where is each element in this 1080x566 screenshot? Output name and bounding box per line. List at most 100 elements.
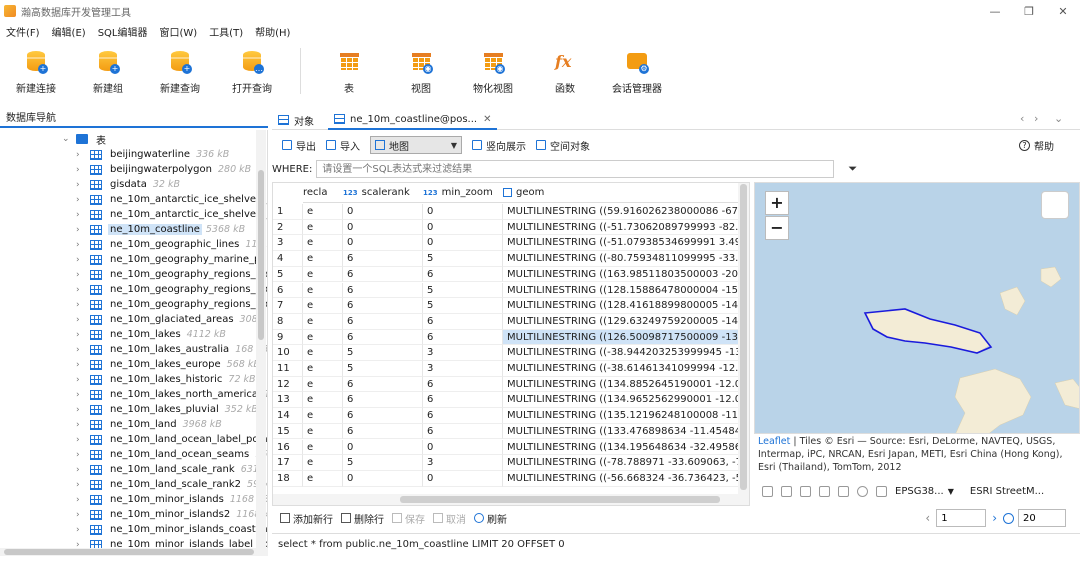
recla-cell[interactable]: e (303, 266, 343, 283)
nav-table-item[interactable]: › ne_10m_minor_islands_label_poi (76, 537, 267, 548)
scalerank-cell[interactable]: 5 (343, 361, 423, 377)
open-query-button[interactable]: … 打开查询 (216, 42, 288, 95)
geom-cell[interactable]: MULTILINESTRING ((134.9652562990001 -12.… (503, 392, 743, 409)
row-number-cell[interactable]: 12 (273, 376, 303, 393)
row-number-cell[interactable]: 17 (273, 455, 303, 471)
nav-table-item[interactable]: › ne_10m_geography_marine_poly (76, 252, 267, 267)
scalerank-cell[interactable]: 0 (343, 439, 423, 456)
database-navigator-tree[interactable]: ⌄ 表 › beijingwaterline 336 kB › beijingwater… (0, 130, 268, 548)
export-button[interactable]: 导出 (282, 138, 316, 153)
geom-cell[interactable]: MULTILINESTRING ((129.63249759200005 -14… (503, 313, 743, 330)
row-number-cell[interactable]: 13 (273, 392, 303, 409)
scalerank-cell[interactable]: 6 (343, 251, 423, 267)
recla-cell[interactable]: e (303, 313, 343, 330)
min-zoom-cell[interactable]: 5 (423, 282, 503, 299)
chevron-right-icon[interactable]: › (76, 360, 86, 370)
min-zoom-cell[interactable]: 6 (423, 313, 503, 330)
scalerank-cell[interactable]: 6 (343, 282, 423, 299)
table-row[interactable]: 18 e 0 0 MULTILINESTRING ((-56.668324 -36.73… (273, 470, 749, 487)
table-row[interactable]: 11 e 5 3 MULTILINESTRING ((-38.6146134109999… (273, 361, 749, 377)
map-fullscreen-icon[interactable] (819, 485, 830, 497)
map-crop-icon[interactable] (838, 485, 849, 497)
tab-scroll-right-icon[interactable]: › (1034, 112, 1038, 125)
table-row[interactable]: 14 e 6 6 MULTILINESTRING ((135.1219624810000… (273, 408, 749, 424)
table-row[interactable]: 10 e 5 3 MULTILINESTRING ((-38.9442032539999… (273, 345, 749, 361)
table-button[interactable]: 表 (313, 42, 385, 95)
minimize-button[interactable]: — (978, 0, 1012, 22)
nav-table-item[interactable]: ›ne_10m_land_ocean_seams160 (76, 447, 267, 462)
zoom-in-button[interactable]: + (765, 191, 789, 215)
chevron-right-icon[interactable]: › (76, 195, 86, 205)
chevron-right-icon[interactable]: › (76, 240, 86, 250)
geom-cell[interactable]: MULTILINESTRING ((59.916026238000086 -67… (503, 204, 743, 220)
row-number-cell[interactable]: 11 (273, 361, 303, 377)
row-number-cell[interactable]: 3 (273, 235, 303, 252)
table-row[interactable]: 17 e 5 3 MULTILINESTRING ((-78.788971 -33.60… (273, 455, 749, 471)
recla-cell[interactable]: e (303, 376, 343, 393)
nav-table-item[interactable]: › beijingwaterpolygon 280 kB (76, 162, 251, 177)
map-chart-icon[interactable] (876, 485, 887, 497)
close-window-button[interactable]: ✕ (1046, 0, 1080, 22)
leaflet-link[interactable]: Leaflet (758, 436, 790, 447)
nav-table-item[interactable]: › ne_10m_antarctic_ice_shelves_po (76, 207, 267, 222)
map-view[interactable]: + − (754, 182, 1080, 434)
geom-cell[interactable]: MULTILINESTRING ((-51.73062089799993 -82… (503, 219, 743, 236)
scalerank-cell[interactable]: 6 (343, 313, 423, 330)
nav-table-item[interactable]: › ne_10m_geography_regions_elev (76, 267, 267, 282)
page-number-input[interactable] (936, 509, 987, 527)
nav-table-item[interactable]: › ne_10m_geography_regions_poi (76, 282, 267, 297)
recla-cell[interactable]: e (303, 298, 343, 314)
import-button[interactable]: 导入 (326, 138, 360, 153)
chevron-right-icon[interactable]: › (76, 420, 86, 430)
geom-cell[interactable]: MULTILINESTRING ((-38.944203253999945 -1… (503, 345, 743, 361)
delete-row-button[interactable]: 删除行 (341, 511, 384, 526)
grid-vscroll-thumb[interactable] (740, 184, 747, 490)
nav-table-item[interactable]: › ne_10m_land_ocean_label_points (76, 432, 267, 447)
table-row[interactable]: 4 e 6 5 MULTILINESTRING ((-80.75934811099995… (273, 251, 749, 267)
recla-cell[interactable]: e (303, 235, 343, 252)
min-zoom-cell[interactable]: 0 (423, 235, 503, 252)
min-zoom-cell[interactable]: 6 (423, 392, 503, 409)
column-header-recla[interactable]: recla (303, 183, 343, 203)
nav-table-item[interactable]: ›ne_10m_lakes_north_america10 (76, 387, 267, 402)
row-number-cell[interactable]: 5 (273, 266, 303, 283)
map-canvas[interactable] (755, 183, 1080, 434)
min-zoom-cell[interactable]: 6 (423, 408, 503, 424)
nav-table-item[interactable]: › ne_10m_antarctic_ice_shelves_line (76, 192, 267, 207)
nav-table-item[interactable]: › beijingwaterline 336 kB (76, 147, 229, 162)
next-page-icon[interactable]: › (992, 511, 997, 525)
tab-list-icon[interactable]: ⌄ (1054, 112, 1063, 125)
zoom-out-button[interactable]: − (765, 216, 789, 240)
chevron-right-icon[interactable]: › (76, 225, 86, 235)
scalerank-cell[interactable]: 6 (343, 266, 423, 283)
nav-table-item[interactable]: › ne_10m_minor_islands2 1168 k (76, 507, 267, 522)
results-grid[interactable]: recla 123 scalerank 123 min_zoom geom 1e00… (272, 182, 750, 506)
scalerank-cell[interactable]: 6 (343, 298, 423, 314)
table-row[interactable]: 16 e 0 0 MULTILINESTRING ((134.195648634 -32… (273, 439, 749, 456)
min-zoom-cell[interactable]: 6 (423, 423, 503, 440)
scalerank-cell[interactable]: 6 (343, 376, 423, 393)
chevron-right-icon[interactable]: › (76, 255, 86, 265)
menu-file[interactable]: 文件(F) (0, 24, 46, 39)
scalerank-cell[interactable]: 5 (343, 345, 423, 361)
function-button[interactable]: fx 函数 (529, 42, 601, 95)
column-header-geom[interactable]: geom (503, 183, 743, 203)
row-number-cell[interactable]: 10 (273, 345, 303, 361)
chevron-right-icon[interactable]: › (76, 180, 86, 190)
recla-cell[interactable]: e (303, 251, 343, 267)
geom-cell[interactable]: MULTILINESTRING ((-78.788971 -33.609063,… (503, 455, 743, 471)
grid-hscroll-thumb[interactable] (400, 496, 720, 503)
nav-table-item[interactable]: ›ne_10m_geographic_lines112 k (76, 237, 267, 252)
menu-edit[interactable]: 编辑(E) (46, 24, 92, 39)
chevron-right-icon[interactable]: › (76, 435, 86, 445)
geom-cell[interactable]: MULTILINESTRING ((134.8852645190001 -12.… (503, 376, 743, 393)
nav-table-item[interactable]: › ne_10m_lakes_australia 168 kB (76, 342, 267, 357)
min-zoom-cell[interactable]: 0 (423, 219, 503, 236)
map-upload-icon[interactable] (781, 485, 792, 497)
row-number-cell[interactable]: 16 (273, 439, 303, 456)
min-zoom-cell[interactable]: 6 (423, 329, 503, 346)
chevron-right-icon[interactable]: › (76, 525, 86, 535)
chevron-right-icon[interactable]: › (76, 330, 86, 340)
chevron-right-icon[interactable]: › (76, 285, 86, 295)
table-row[interactable]: 13 e 6 6 MULTILINESTRING ((134.9652562990001… (273, 392, 749, 409)
